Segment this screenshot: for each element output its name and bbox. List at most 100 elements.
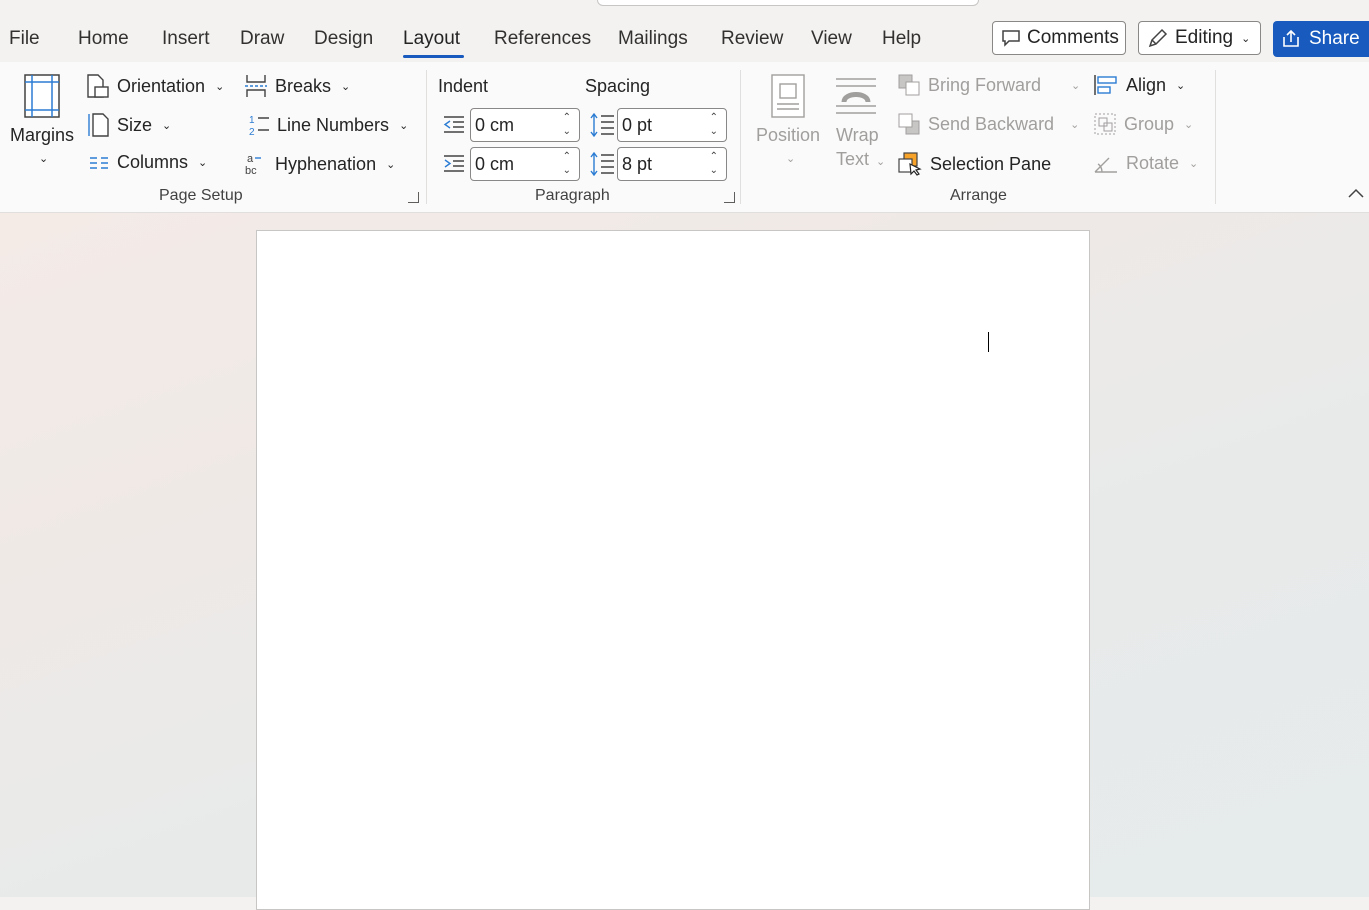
spin-down-icon[interactable]: ⌄ — [563, 127, 571, 137]
align-label: Align — [1126, 74, 1167, 95]
editing-label: Editing — [1175, 27, 1234, 48]
page-setup-dialog-launcher[interactable] — [408, 192, 419, 203]
svg-text:bc: bc — [245, 165, 257, 176]
comment-icon — [1001, 29, 1021, 47]
wrap-text-label-line1: Wrap — [836, 125, 879, 145]
wrap-text-button[interactable]: Wrap Text ⌄ — [832, 72, 886, 172]
svg-text:2: 2 — [249, 127, 255, 137]
group-icon — [1094, 113, 1116, 135]
spin-up-icon[interactable]: ⌃ — [563, 113, 571, 123]
bring-forward-button[interactable]: Bring Forward ⌄ — [898, 74, 1080, 96]
tab-insert[interactable]: Insert — [162, 28, 210, 50]
chevron-down-icon: ⌄ — [1241, 32, 1251, 45]
spacing-after-spinner[interactable]: ⌃ ⌄ — [617, 147, 727, 181]
spin-up-icon[interactable]: ⌃ — [710, 113, 718, 123]
spin-down-icon[interactable]: ⌄ — [563, 166, 571, 176]
align-button[interactable]: Align ⌄ — [1094, 74, 1185, 96]
share-button[interactable]: Share ⌄ — [1273, 21, 1369, 57]
tab-layout[interactable]: Layout — [403, 28, 460, 50]
send-backward-button[interactable]: Send Backward ⌄ — [898, 113, 1079, 135]
size-button[interactable]: Size ⌄ — [87, 113, 171, 137]
orientation-icon — [87, 74, 109, 98]
group-separator — [426, 70, 427, 204]
breaks-label: Breaks — [275, 75, 332, 96]
share-icon — [1281, 29, 1301, 49]
chevron-down-icon: ⌄ — [1071, 79, 1081, 92]
document-page[interactable] — [256, 230, 1090, 910]
spin-down-icon[interactable]: ⌄ — [710, 127, 718, 137]
columns-icon — [89, 155, 109, 171]
tab-help[interactable]: Help — [882, 28, 921, 50]
svg-text:a: a — [247, 153, 254, 165]
tab-design[interactable]: Design — [314, 28, 373, 50]
indent-right-spinner[interactable]: ⌃ ⌄ — [470, 147, 580, 181]
chevron-down-icon: ⌄ — [399, 119, 409, 132]
indent-right-icon — [443, 154, 465, 174]
chevron-down-icon: ⌄ — [1189, 157, 1199, 170]
comments-label: Comments — [1027, 27, 1119, 48]
columns-button[interactable]: Columns ⌄ — [89, 152, 207, 173]
margins-label: Margins — [10, 125, 75, 145]
hyphenation-button[interactable]: a bc Hyphenation ⌄ — [245, 152, 395, 176]
tab-home[interactable]: Home — [78, 28, 129, 50]
tab-mailings[interactable]: Mailings — [618, 28, 688, 50]
chevron-down-icon: ⌄ — [1184, 118, 1194, 131]
chevron-down-icon: ⌄ — [215, 80, 225, 93]
rotate-icon — [1094, 152, 1118, 174]
ribbon-tab-bar: File Home Insert Draw Design Layout Refe… — [0, 0, 1369, 62]
indent-right-input[interactable] — [473, 153, 557, 176]
text-cursor — [988, 332, 989, 352]
tab-references[interactable]: References — [494, 28, 591, 50]
spacing-after-icon — [589, 152, 615, 176]
chevron-down-icon: ⌄ — [786, 153, 796, 165]
spacing-before-icon — [589, 113, 615, 137]
orientation-button[interactable]: Orientation ⌄ — [87, 74, 224, 98]
spin-down-icon[interactable]: ⌄ — [710, 166, 718, 176]
rotate-label: Rotate — [1126, 152, 1180, 173]
pen-icon — [1147, 27, 1169, 49]
margins-icon — [24, 74, 60, 118]
tab-file[interactable]: File — [9, 28, 40, 50]
search-box-edge[interactable] — [597, 0, 979, 6]
breaks-button[interactable]: Breaks ⌄ — [245, 74, 350, 98]
spin-up-icon[interactable]: ⌃ — [710, 152, 718, 162]
tab-view[interactable]: View — [811, 28, 852, 50]
tab-draw[interactable]: Draw — [240, 28, 284, 50]
group-objects-button[interactable]: Group ⌄ — [1094, 113, 1193, 135]
size-label: Size — [117, 114, 153, 135]
bring-forward-label: Bring Forward — [928, 74, 1042, 95]
group-separator — [1215, 70, 1216, 204]
chevron-down-icon: ⌄ — [386, 158, 396, 171]
indent-left-spinner[interactable]: ⌃ ⌄ — [470, 108, 580, 142]
spacing-before-spinner[interactable]: ⌃ ⌄ — [617, 108, 727, 142]
selection-pane-label: Selection Pane — [930, 153, 1052, 174]
spacing-before-input[interactable] — [620, 114, 704, 137]
chevron-down-icon: ⌄ — [876, 156, 886, 168]
wrap-text-line2-text: Text — [836, 149, 870, 169]
editing-mode-button[interactable]: Editing ⌄ — [1138, 21, 1261, 55]
comments-button[interactable]: Comments — [992, 21, 1126, 55]
tab-review[interactable]: Review — [721, 28, 783, 50]
group-label-arrange: Arrange — [950, 187, 1007, 204]
chevron-down-icon: ⌄ — [39, 153, 49, 165]
send-backward-icon — [898, 113, 920, 135]
margins-button[interactable]: Margins ⌄ — [8, 72, 76, 172]
group-separator — [740, 70, 741, 204]
paragraph-dialog-launcher[interactable] — [724, 192, 735, 203]
position-button[interactable]: Position ⌄ — [752, 72, 824, 172]
line-numbers-button[interactable]: 12 Line Numbers ⌄ — [249, 113, 409, 138]
position-label: Position — [756, 125, 821, 145]
line-numbers-label: Line Numbers — [277, 114, 390, 135]
selection-pane-button[interactable]: Selection Pane — [898, 152, 1051, 176]
spacing-after-input[interactable] — [620, 153, 704, 176]
indent-left-input[interactable] — [473, 114, 557, 137]
active-tab-indicator — [403, 55, 464, 58]
selection-pane-icon — [898, 152, 922, 176]
collapse-ribbon-icon[interactable] — [1348, 188, 1364, 198]
line-numbers-icon: 12 — [249, 113, 269, 137]
group-label-page-setup: Page Setup — [159, 187, 243, 204]
orientation-label: Orientation — [117, 75, 206, 96]
breaks-icon — [245, 74, 267, 98]
rotate-button[interactable]: Rotate ⌄ — [1094, 152, 1198, 174]
spin-up-icon[interactable]: ⌃ — [563, 152, 571, 162]
